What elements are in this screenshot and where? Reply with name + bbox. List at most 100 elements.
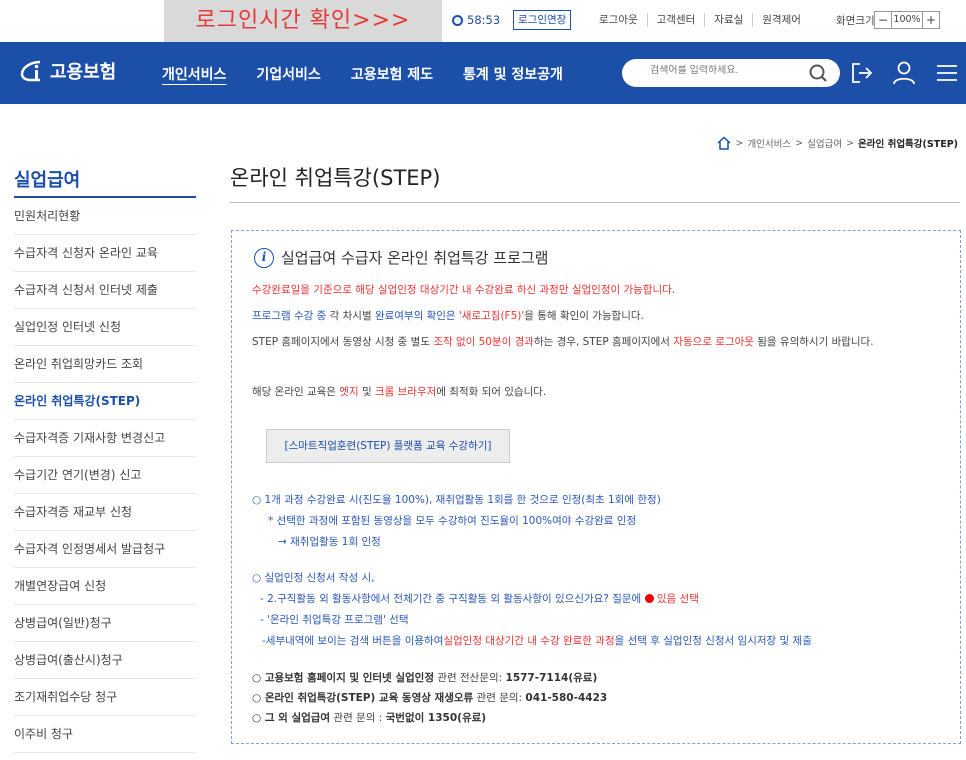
- sidebar-item[interactable]: 수급자격증 재교부 신청: [14, 494, 196, 531]
- text-segment: ○ 고용보험 홈페이지 및 인터넷 실업인정: [252, 672, 434, 684]
- guide-line-4: -세부내역에 보이는 검색 버튼을 이용하여실업인정 대상기간 내 수강 완료한…: [262, 632, 952, 651]
- sidebar-item[interactable]: 민원처리현황: [14, 198, 196, 235]
- sidebar-item[interactable]: 이주비 청구: [14, 716, 196, 753]
- text-segment: 각 차시별: [326, 310, 375, 322]
- page-title: 온라인 취업특강(STEP): [230, 166, 441, 190]
- breadcrumb-current: 온라인 취업특강(STEP): [858, 139, 958, 150]
- program-info-box: i 실업급여 수급자 온라인 취업특강 프로그램 수강완료일을 기준으로 해당 …: [231, 230, 961, 744]
- sidebar-title: 실업급여: [14, 170, 81, 191]
- text-segment: 해당 온라인 교육은: [252, 386, 340, 398]
- search-input[interactable]: [650, 65, 800, 76]
- box-header: i 실업급여 수급자 온라인 취업특강 프로그램: [254, 247, 548, 268]
- text-segment: 조작 없이 50분이 경과: [433, 336, 534, 348]
- red-dot-icon: [644, 594, 654, 603]
- sidebar-item[interactable]: 개별연장급여 신청: [14, 568, 196, 605]
- sidebar-item[interactable]: 온라인 취업희망카드 조회: [14, 346, 196, 383]
- home-icon[interactable]: [717, 136, 731, 150]
- text-segment: 1577-7114(유료): [505, 672, 598, 684]
- sidebar-item[interactable]: 수급자격 인정명세서 발급청구: [14, 531, 196, 568]
- text-segment: 을 선택 후 실업인정 신청서 임시저장 및 제출: [614, 635, 812, 647]
- zoom-control: − 100% +: [874, 11, 940, 29]
- sidebar-item[interactable]: 수급기간 연기(변경) 신고: [14, 457, 196, 494]
- archive-link[interactable]: 자료실: [704, 13, 752, 27]
- user-icon[interactable]: [890, 59, 918, 87]
- text-segment: 041-580-4423: [525, 692, 608, 704]
- remote-control-link[interactable]: 원격제어: [752, 13, 810, 27]
- text-segment: STEP 홈페이지에서 동영상 시청 중 별도: [252, 336, 434, 348]
- text-segment: 관련 전산문의:: [434, 672, 506, 684]
- sidebar-item[interactable]: 수급자격 신청자 온라인 교육: [14, 235, 196, 272]
- text-segment: '새로고침(F5)': [455, 310, 525, 322]
- text-segment: 프로그램 수강 중: [252, 310, 327, 322]
- text-segment: 실업급여: [291, 712, 331, 724]
- text-segment: 실업인정 대상기간 내 수강 완료한 과정: [443, 635, 615, 647]
- menu-personal-service[interactable]: 개인서비스: [162, 64, 226, 84]
- text-segment: ○ 그 외: [252, 712, 292, 724]
- title-divider: [230, 202, 960, 203]
- text-segment: 관련 문의:: [473, 692, 526, 704]
- search-box: [622, 59, 840, 87]
- text-segment: 됨을 유의하시기 바랍니다.: [753, 336, 874, 348]
- site-logo[interactable]: 고용보험: [18, 58, 116, 84]
- notice-line-4: 해당 온라인 교육은 엣지 및 크롬 브라우저에 최적화 되어 있습니다.: [252, 383, 942, 402]
- contact-line-1: ○ 고용보험 홈페이지 및 인터넷 실업인정 관련 전산문의: 1577-711…: [252, 669, 942, 688]
- utility-bar: 로그인시간 확인>>> 58:53 로그인연장 로그아웃 고객센터 자료실 원격…: [0, 0, 966, 42]
- zoom-value: 100%: [892, 11, 922, 29]
- sidebar-item[interactable]: 수급자격증 기재사항 변경신고: [14, 420, 196, 457]
- login-time-notice[interactable]: 로그인시간 확인>>>: [164, 0, 442, 42]
- timer-value: 58:53: [467, 13, 501, 27]
- utility-links: 로그아웃 고객센터 자료실 원격제어: [590, 13, 810, 27]
- text-segment: - ': [260, 614, 271, 626]
- breadcrumb-separator: >: [846, 137, 855, 149]
- hamburger-menu-icon[interactable]: [932, 59, 960, 87]
- text-segment: 온라인 취업특강 프로그램: [270, 614, 383, 626]
- sidebar-item[interactable]: 상병급여(일반)청구: [14, 605, 196, 642]
- breadcrumb: > 개인서비스 > 실업급여 > 온라인 취업특강(STEP): [717, 136, 958, 150]
- breadcrumb-item[interactable]: 실업급여: [807, 136, 842, 150]
- sidebar-item[interactable]: 상병급여(출산시)청구: [14, 642, 196, 679]
- contact-line-3: ○ 그 외 실업급여 관련 문의 : 국번없이 1350(유료): [252, 709, 942, 728]
- logout-icon[interactable]: [848, 59, 876, 87]
- guide-line-2: - 2.구직활동 외 활동사항에서 전체기간 중 구직활동 외 활동사항이 있으…: [260, 590, 950, 609]
- rule-line-1: ○ 1개 과정 수강완료 시(진도율 100%), 재취업활동 1회를 한 것으…: [252, 494, 661, 506]
- logout-link[interactable]: 로그아웃: [590, 13, 647, 27]
- sidebar-item[interactable]: 조기재취업수당 청구: [14, 679, 196, 716]
- rule-line-3: → 재취업활동 1회 인정: [278, 536, 381, 548]
- text-segment: 완료여부의 확인은: [374, 310, 456, 322]
- rule-line-2: * 선택한 과정에 포함된 동영상을 모두 수강하여 진도율이 100%여야 수…: [268, 515, 637, 527]
- sidebar-item[interactable]: 실업인정 인터넷 신청: [14, 309, 196, 346]
- notice-line-3: STEP 홈페이지에서 동영상 시청 중 별도 조작 없이 50분이 경과하는 …: [252, 333, 942, 352]
- zoom-out-button[interactable]: −: [874, 11, 892, 29]
- breadcrumb-item[interactable]: 개인서비스: [747, 136, 791, 150]
- logo-text: 고용보험: [50, 62, 117, 83]
- text-segment: 국번없이 1350(유료): [385, 712, 487, 724]
- menu-statistics[interactable]: 통계 및 정보공개: [463, 64, 563, 84]
- text-segment: 크롬 브라우저: [374, 386, 437, 398]
- breadcrumb-separator: >: [795, 137, 804, 149]
- guide-line-3: - '온라인 취업특강 프로그램' 선택: [260, 611, 950, 630]
- text-segment: -세부내역에 보이는 검색 버튼을 이용하여: [262, 635, 444, 647]
- menu-business-service[interactable]: 기업서비스: [256, 64, 320, 84]
- login-extend-button[interactable]: 로그인연장: [513, 10, 572, 30]
- notice-line-2: 프로그램 수강 중 각 차시별 완료여부의 확인은 '새로고침(F5)'을 통해…: [252, 307, 942, 326]
- text-segment: 을 통해 확인이 가능합니다.: [524, 310, 644, 322]
- main-menu: 개인서비스 기업서비스 고용보험 제도 통계 및 정보공개: [162, 64, 593, 84]
- notice-line-1: 수강완료일을 기준으로 해당 실업인정 대상기간 내 수강완료 하신 과정만 실…: [252, 284, 676, 296]
- text-segment: 자동으로 로그아웃: [673, 336, 754, 348]
- guide-line-1: ○ 실업인정 신청서 작성 시,: [252, 572, 375, 584]
- menu-insurance-system[interactable]: 고용보험 제도: [351, 64, 433, 84]
- text-segment: 하는 경우, STEP 홈페이지에서: [533, 336, 674, 348]
- zoom-in-button[interactable]: +: [922, 11, 940, 29]
- sidebar-menu: 민원처리현황 수급자격 신청자 온라인 교육 수급자격 신청서 인터넷 제출 실…: [14, 198, 196, 753]
- sidebar-item-active[interactable]: 온라인 취업특강(STEP): [14, 383, 196, 420]
- text-segment: ' 선택: [382, 614, 409, 626]
- text-segment: - 2.구직활동 외 활동사항에서 전체기간 중 구직활동 외 활동사항이 있으…: [260, 593, 645, 605]
- box-title: 실업급여 수급자 온라인 취업특강 프로그램: [281, 249, 549, 267]
- info-icon: i: [254, 247, 274, 268]
- customer-center-link[interactable]: 고객센터: [646, 13, 705, 27]
- contact-line-2: ○ 온라인 취업특강(STEP) 교육 동영상 재생오류 관련 문의: 041-…: [252, 689, 942, 708]
- search-icon[interactable]: [808, 63, 828, 83]
- session-timer: 58:53: [452, 13, 500, 27]
- sidebar-item[interactable]: 수급자격 신청서 인터넷 제출: [14, 272, 196, 309]
- step-course-button[interactable]: [스마트직업훈련(STEP) 플랫폼 교육 수강하기]: [266, 429, 510, 463]
